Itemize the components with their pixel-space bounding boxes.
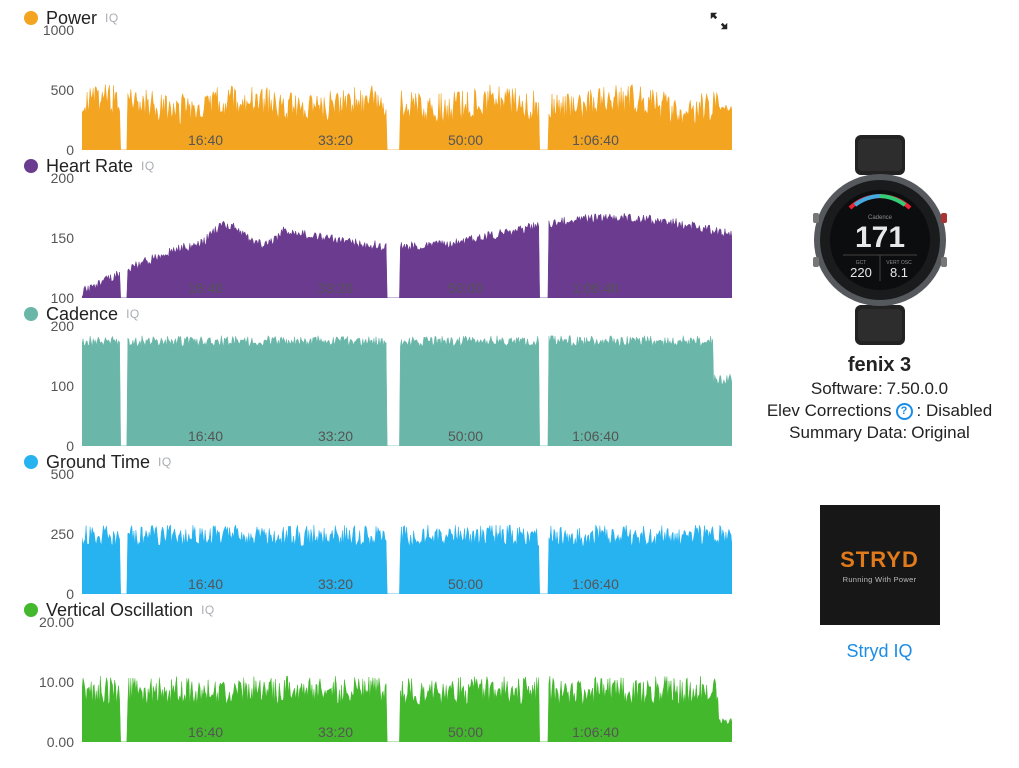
chart-title-ground_time: Ground TimeIQ [8,450,740,474]
y-tick: 500 [51,466,74,482]
expand-icon[interactable] [708,10,730,32]
device-elev: Elev Corrections ? : Disabled [767,401,992,421]
x-tick: 33:20 [318,132,353,148]
device-name: fenix 3 [848,354,911,377]
iq-badge: IQ [126,307,140,321]
chart-title-heart_rate: Heart RateIQ [8,154,740,178]
plot-area[interactable]: 16:40 33:20 50:00 1:06:40 [82,326,734,450]
y-tick: 0.00 [47,734,74,750]
y-tick: 200 [51,170,74,186]
y-tick: 100 [51,378,74,394]
y-tick: 1000 [43,22,74,38]
svg-text:8.1: 8.1 [889,265,907,280]
x-tick: 50:00 [448,132,483,148]
device-image: Cadence 171 GCT 220 VERT OSC 8.1 [790,130,970,350]
plot-area[interactable]: 16:40 33:20 50:00 1:06:40 [82,178,734,302]
x-tick: 1:06:40 [572,280,619,296]
x-tick: 50:00 [448,280,483,296]
x-tick: 16:40 [188,280,223,296]
y-tick: 10.00 [39,674,74,690]
iq-badge: IQ [141,159,155,173]
x-tick: 50:00 [448,724,483,740]
chart-title-vertical_osc: Vertical OscillationIQ [8,598,740,622]
iq-badge: IQ [158,455,172,469]
device-summary: Summary Data: Original [789,423,970,443]
stryd-iq-link[interactable]: Stryd IQ [846,641,912,662]
chart-heart_rate: Heart RateIQ100150200 16:40 33:20 50:00 1:06… [8,154,740,302]
plot-area[interactable]: 16:40 33:20 50:00 1:06:40 [82,30,734,154]
x-tick: 1:06:40 [572,132,619,148]
x-tick: 1:06:40 [572,724,619,740]
iq-badge: IQ [201,603,215,617]
device-software: Software: 7.50.0.0 [811,379,948,399]
series-dot [24,307,38,321]
chart-title-cadence: CadenceIQ [8,302,740,326]
chart-cadence: CadenceIQ0100200 16:40 33:20 50:00 1:06:40 [8,302,740,450]
x-tick: 33:20 [318,724,353,740]
x-tick: 16:40 [188,428,223,444]
chart-power: PowerIQ05001000 16:40 33:20 50:00 1:06:40 [8,6,740,154]
help-icon[interactable]: ? [896,403,913,420]
sidebar: Cadence 171 GCT 220 VERT OSC 8.1 fenix 3… [740,0,1019,768]
x-tick: 16:40 [188,576,223,592]
y-axis: 0.0010.0020.00 [8,622,78,746]
series-dot [24,455,38,469]
charts-column: PowerIQ0500100016:4033:2050:001:06:40Hea… [0,0,740,768]
chart-title-power: PowerIQ [8,6,740,30]
series-dot [24,159,38,173]
x-tick: 16:40 [188,132,223,148]
plot-area[interactable]: 16:40 33:20 50:00 1:06:40 [82,474,734,598]
y-tick: 500 [51,82,74,98]
y-axis: 0100200 [8,326,78,450]
y-tick: 20.00 [39,614,74,630]
plot-area[interactable]: 16:40 33:20 50:00 1:06:40 [82,622,734,746]
series-dot [24,11,38,25]
x-tick: 33:20 [318,428,353,444]
x-tick: 50:00 [448,428,483,444]
x-tick: 1:06:40 [572,428,619,444]
stryd-logo-box: STRYD Running With Power [820,505,940,625]
x-tick: 50:00 [448,576,483,592]
chart-ground_time: Ground TimeIQ0250500 16:40 33:20 50:00 1:06:… [8,450,740,598]
watch-cadence-value: 171 [854,221,904,254]
y-tick: 250 [51,526,74,542]
iq-badge: IQ [105,11,119,25]
x-tick: 33:20 [318,280,353,296]
series-dot [24,603,38,617]
y-axis: 100150200 [8,178,78,302]
x-tick: 33:20 [318,576,353,592]
x-tick: 16:40 [188,724,223,740]
y-axis: 0250500 [8,474,78,598]
y-tick: 200 [51,318,74,334]
x-tick: 1:06:40 [572,576,619,592]
chart-vertical_osc: Vertical OscillationIQ0.0010.0020.0016:4… [8,598,740,746]
y-tick: 150 [51,230,74,246]
svg-text:220: 220 [850,265,872,280]
y-axis: 05001000 [8,30,78,154]
